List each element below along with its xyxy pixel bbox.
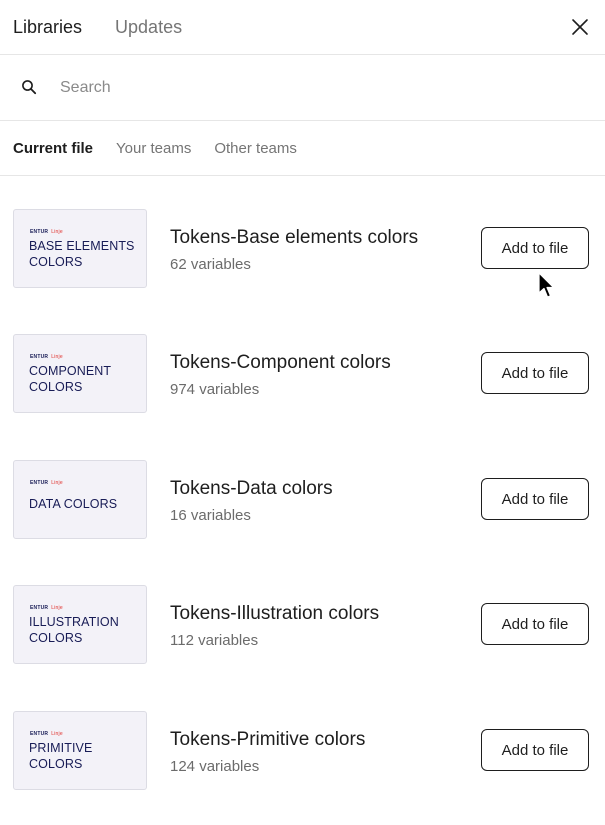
close-icon — [572, 19, 588, 35]
search-bar — [0, 55, 605, 121]
panel-header: Libraries Updates — [0, 0, 605, 55]
libraries-panel: Libraries Updates Current file Your team… — [0, 0, 605, 825]
tab-current-file[interactable]: Current file — [13, 140, 93, 157]
library-name: Tokens-Data colors — [170, 478, 333, 499]
thumbnail-brand: ENTUR Linje — [30, 229, 63, 235]
thumbnail-title: PRIMITIVE COLORS — [29, 741, 93, 771]
library-scope-tabs: Current file Your teams Other teams — [0, 121, 605, 176]
library-thumbnail: ENTUR Linje ILLUSTRATION COLORS — [13, 585, 147, 664]
list-item: ENTUR Linje BASE ELEMENTS COLORS Tokens-B… — [0, 209, 605, 291]
library-variable-count: 62 variables — [170, 256, 251, 273]
library-variable-count: 974 variables — [170, 381, 260, 398]
thumbnail-brand: ENTUR Linje — [30, 605, 63, 611]
thumbnail-title: ILLUSTRATION COLORS — [29, 615, 119, 645]
add-to-file-button[interactable]: Add to file — [481, 227, 589, 269]
library-thumbnail: ENTUR Linje DATA COLORS — [13, 460, 147, 539]
list-item: ENTUR Linje PRIMITIVE COLORS Tokens-Primi… — [0, 711, 605, 793]
tab-updates[interactable]: Updates — [115, 17, 182, 38]
tab-other-teams[interactable]: Other teams — [214, 140, 297, 157]
thumbnail-title: COMPONENT COLORS — [29, 364, 112, 394]
library-variable-count: 16 variables — [170, 507, 251, 524]
library-name: Tokens-Component colors — [170, 352, 391, 373]
add-to-file-button[interactable]: Add to file — [481, 603, 589, 645]
library-thumbnail: ENTUR Linje PRIMITIVE COLORS — [13, 711, 147, 790]
library-name: Tokens-Illustration colors — [170, 603, 380, 624]
library-name: Tokens-Primitive colors — [170, 729, 366, 750]
thumbnail-title: DATA COLORS — [29, 497, 118, 511]
library-thumbnail: ENTUR Linje BASE ELEMENTS COLORS — [13, 209, 147, 288]
thumbnail-brand: ENTUR Linje — [30, 480, 63, 486]
thumbnail-brand: ENTUR Linje — [30, 354, 63, 360]
add-to-file-button[interactable]: Add to file — [481, 352, 589, 394]
list-item: ENTUR Linje COMPONENT COLORS Tokens-Compo… — [0, 334, 605, 416]
search-icon — [22, 80, 37, 95]
library-variable-count: 124 variables — [170, 758, 260, 775]
thumbnail-brand: ENTUR Linje — [30, 731, 63, 737]
add-to-file-button[interactable]: Add to file — [481, 729, 589, 771]
library-name: Tokens-Base elements colors — [170, 227, 419, 248]
add-to-file-button[interactable]: Add to file — [481, 478, 589, 520]
tab-your-teams[interactable]: Your teams — [116, 140, 191, 157]
thumbnail-title: BASE ELEMENTS COLORS — [29, 239, 135, 269]
list-item: ENTUR Linje DATA COLORS Tokens-Data color… — [0, 460, 605, 542]
search-input[interactable] — [60, 75, 560, 101]
library-variable-count: 112 variables — [170, 632, 259, 649]
tab-libraries[interactable]: Libraries — [13, 17, 82, 38]
list-item: ENTUR Linje ILLUSTRATION COLORS Tokens-Il… — [0, 585, 605, 667]
close-button[interactable] — [565, 12, 595, 42]
library-thumbnail: ENTUR Linje COMPONENT COLORS — [13, 334, 147, 413]
